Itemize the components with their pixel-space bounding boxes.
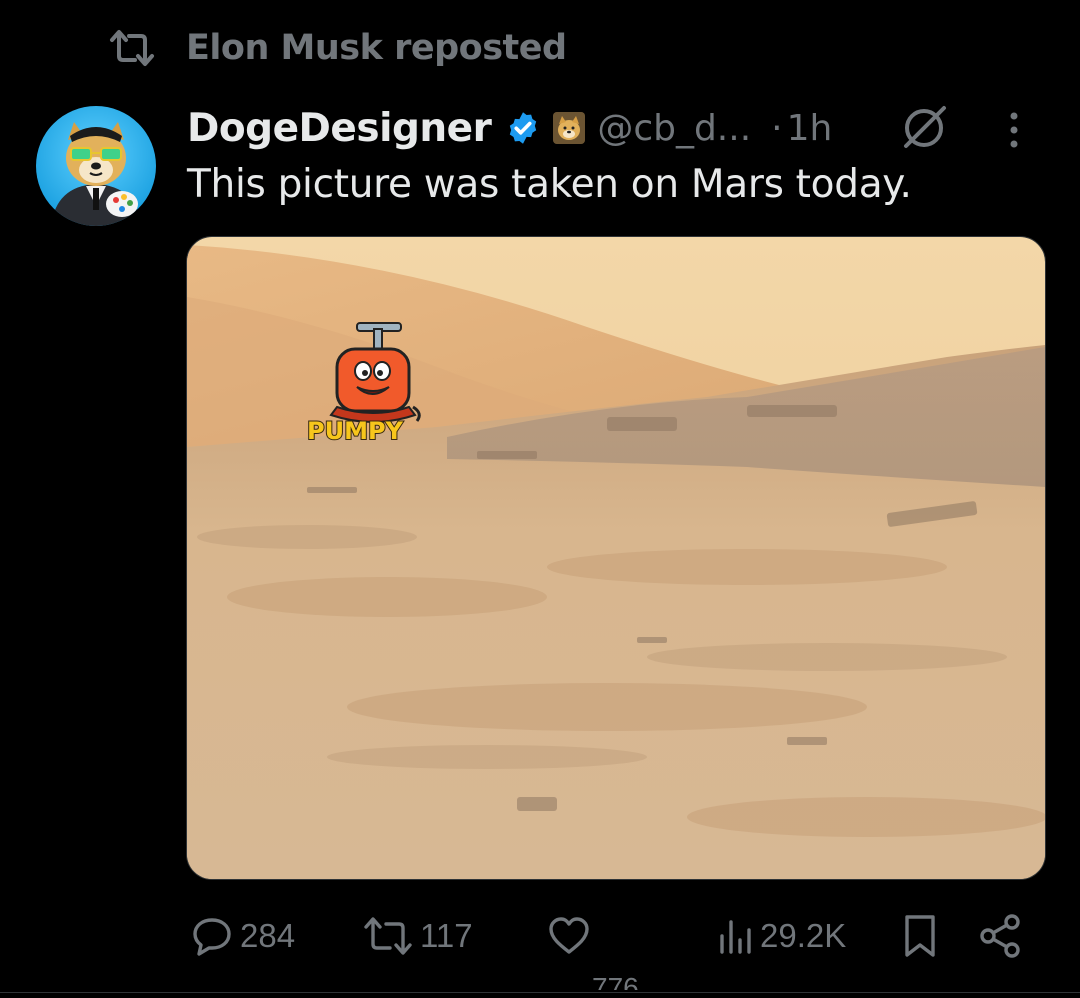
views-count: 29.2K	[760, 917, 847, 954]
doge-avatar[interactable]	[36, 106, 156, 226]
mascot-label: PUMPY	[307, 417, 404, 445]
mars-landscape-photo: PUMPY	[187, 237, 1045, 879]
repost-count: 117	[420, 917, 473, 954]
repost-icon	[108, 28, 156, 68]
tweet-actions: 284 117 29.2K	[0, 906, 1080, 966]
bookmark-icon	[900, 912, 940, 960]
share-icon	[976, 912, 1024, 960]
tweet-time[interactable]: 1h	[787, 108, 833, 149]
display-name[interactable]: DogeDesigner	[187, 106, 492, 151]
more-icon[interactable]	[1006, 110, 1022, 155]
reply-icon	[190, 914, 234, 958]
views-button[interactable]: 29.2K	[718, 906, 846, 966]
repost-button[interactable]: 117	[362, 906, 473, 966]
repost-context[interactable]: Elon Musk reposted	[108, 26, 567, 70]
views-icon	[718, 914, 754, 958]
repost-icon	[362, 914, 414, 958]
like-count: 776	[592, 972, 639, 990]
heart-icon	[546, 914, 592, 958]
user-handle[interactable]: @cb_d...	[597, 108, 751, 149]
verified-badge-icon[interactable]	[505, 110, 541, 146]
repost-label: Elon Musk reposted	[186, 28, 567, 68]
grok-icon[interactable]	[900, 104, 950, 155]
separator-dot: ·	[771, 107, 783, 149]
tweet-header: DogeDesigner @cb_d... · 1h	[187, 100, 832, 156]
doge-affiliate-badge-icon[interactable]	[553, 112, 586, 144]
bookmark-button[interactable]	[900, 906, 940, 966]
tweet-text: This picture was taken on Mars today.	[187, 162, 912, 207]
like-button[interactable]	[546, 906, 592, 966]
tweet-media-image[interactable]: PUMPY	[186, 236, 1046, 880]
reply-count: 284	[240, 917, 296, 954]
divider	[0, 992, 1080, 993]
reply-button[interactable]: 284	[190, 906, 295, 966]
share-button[interactable]	[976, 906, 1024, 966]
